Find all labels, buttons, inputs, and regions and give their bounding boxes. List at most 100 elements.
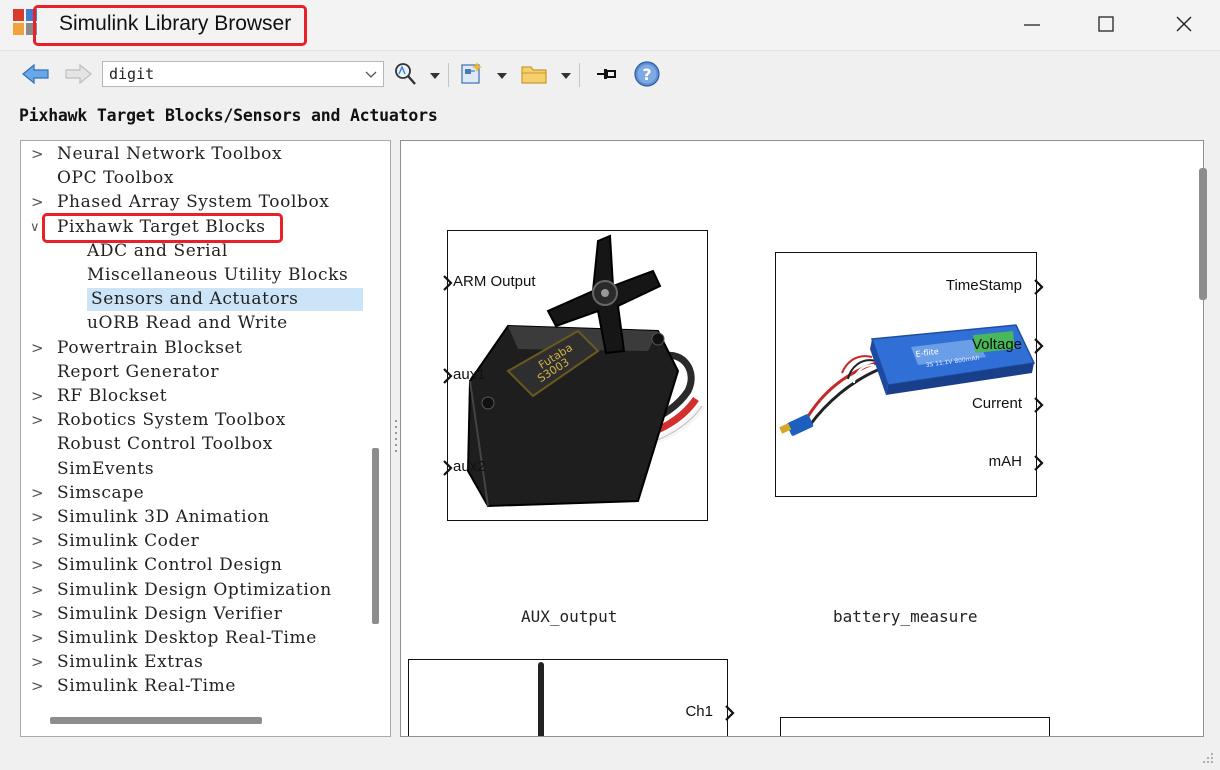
chevron-right-icon[interactable]: > [31,579,44,602]
new-model-button[interactable] [457,60,487,88]
pin-button[interactable] [592,60,620,88]
chevron-right-icon[interactable]: > [31,651,44,674]
tree-item-simulink-design-optimization[interactable]: Simulink Design Optimization [57,579,332,602]
tree-item-simulink-desktop-real-time[interactable]: Simulink Desktop Real-Time [57,627,317,650]
open-caret-icon[interactable] [561,73,571,79]
close-button[interactable] [1164,8,1204,40]
maximize-icon [1098,16,1114,32]
input-port-arrow-icon [443,460,453,476]
port-label-aux2: aux2 [453,458,486,475]
resize-grip-icon[interactable] [1202,752,1214,764]
chevron-right-icon[interactable]: > [31,337,44,360]
toolbar: ? [0,50,1220,96]
tree-item-simevents[interactable]: SimEvents [57,458,154,481]
chevron-right-icon[interactable]: > [31,530,44,553]
battery-measure-block[interactable]: E-flite 3S 11.1V 800mAh TimeStamp Voltag… [775,252,1044,497]
receiver-antenna-image [538,662,544,736]
open-button[interactable] [519,60,551,88]
chevron-right-icon[interactable]: > [31,675,44,698]
minimize-button[interactable] [1012,8,1052,40]
toolbar-separator [579,63,580,87]
port-label-voltage: Voltage [971,336,1022,353]
tree-item-simulink-extras[interactable]: Simulink Extras [57,651,204,674]
output-port-arrow-icon [1034,279,1044,295]
panel-splitter-handle[interactable] [395,420,398,460]
tree-highlight-box [42,213,283,243]
block-pane-vertical-scrollbar[interactable] [1199,168,1207,300]
tree-item-miscellaneous-utility-blocks[interactable]: Miscellaneous Utility Blocks [87,264,348,287]
output-port-arrow-icon [725,705,735,721]
close-icon [1176,16,1192,32]
chevron-right-icon[interactable]: > [31,603,44,626]
tree-item-uorb-read-and-write[interactable]: uORB Read and Write [87,312,288,335]
tree-item-robotics-system-toolbox[interactable]: Robotics System Toolbox [57,409,286,432]
search-field[interactable] [102,61,384,87]
output-port-arrow-icon [1034,338,1044,354]
input-port-arrow-icon [443,368,453,384]
block-name-battery-measure: battery_measure [833,607,978,626]
chevron-right-icon[interactable]: > [31,191,44,214]
tree-item-simulink-design-verifier[interactable]: Simulink Design Verifier [57,603,282,626]
tree-item-simulink-3d-animation[interactable]: Simulink 3D Animation [57,506,270,529]
chevron-right-icon[interactable]: > [31,482,44,505]
minimize-icon [1024,24,1040,26]
folder-icon [521,66,547,84]
search-input[interactable] [103,62,353,86]
tree-vertical-scrollbar[interactable] [372,448,379,624]
tree-item-report-generator[interactable]: Report Generator [57,361,219,384]
title-bar: Simulink Library Browser [0,0,1220,50]
arrow-right-icon [65,63,92,85]
arrow-left-icon [22,63,49,85]
toolbar-separator [448,63,449,87]
chevron-right-icon[interactable]: > [31,143,44,166]
rc-receiver-block[interactable]: Ch1 [408,659,735,736]
tree-item-powertrain-blockset[interactable]: Powertrain Blockset [57,337,243,360]
help-icon: ? [634,61,660,87]
help-button[interactable]: ? [632,59,662,89]
partial-block[interactable] [780,717,1050,736]
port-label-ch1: Ch1 [685,703,713,720]
svg-text:?: ? [642,65,651,84]
port-label-mah: mAH [988,453,1022,470]
search-options-caret-icon[interactable] [430,73,440,79]
chevron-right-icon[interactable]: > [31,385,44,408]
tree-item-simulink-control-design[interactable]: Simulink Control Design [57,554,282,577]
title-highlight-box [33,5,307,46]
input-port-arrow-icon [443,275,453,291]
back-button[interactable] [20,61,52,87]
tree-item-rf-blockset[interactable]: RF Blockset [57,385,167,408]
pin-icon [597,69,616,79]
port-label-aux1: aux1 [453,366,486,383]
port-label-timestamp: TimeStamp [945,277,1022,294]
maximize-button[interactable] [1086,8,1126,40]
tree-item-robust-control-toolbox[interactable]: Robust Control Toolbox [57,433,273,456]
tree-item-simscape[interactable]: Simscape [57,482,144,505]
output-port-arrow-icon [1034,397,1044,413]
new-model-icon [461,62,482,84]
breadcrumb: Pixhawk Target Blocks/Sensors and Actuat… [19,106,438,125]
new-model-caret-icon[interactable] [497,73,507,79]
output-port-arrow-icon [1034,455,1044,471]
chevron-right-icon[interactable]: > [31,409,44,432]
port-label-current: Current [971,395,1022,412]
port-label-arm-output: ARM Output [453,273,536,290]
tree-horizontal-scrollbar[interactable] [50,717,262,724]
tree-item-opc-toolbox[interactable]: OPC Toolbox [57,167,174,190]
tree-item-simulink-coder[interactable]: Simulink Coder [57,530,199,553]
search-button[interactable] [390,60,420,88]
aux-output-block[interactable]: Futaba S3003 ARM Output aux1 aux2 [443,230,708,521]
forward-button[interactable] [62,61,94,87]
block-pane[interactable]: Futaba S3003 ARM Output aux1 aux2 AUX_ou… [400,140,1204,737]
tree-item-sensors-and-actuators[interactable]: Sensors and Actuators [87,288,363,312]
chevron-down-icon[interactable] [363,66,379,82]
chevron-right-icon[interactable]: > [31,627,44,650]
search-icon [395,63,416,85]
chevron-down-icon[interactable]: ∨ [30,216,40,239]
tree-item-phased-array-system-toolbox[interactable]: Phased Array System Toolbox [57,191,330,214]
tree-item-neural-network-toolbox[interactable]: Neural Network Toolbox [57,143,282,166]
tree-item-adc-and-serial[interactable]: ADC and Serial [87,240,228,263]
block-name-aux-output: AUX_output [521,607,618,626]
chevron-right-icon[interactable]: > [31,554,44,577]
chevron-right-icon[interactable]: > [31,506,44,529]
tree-item-simulink-real-time[interactable]: Simulink Real-Time [57,675,236,698]
